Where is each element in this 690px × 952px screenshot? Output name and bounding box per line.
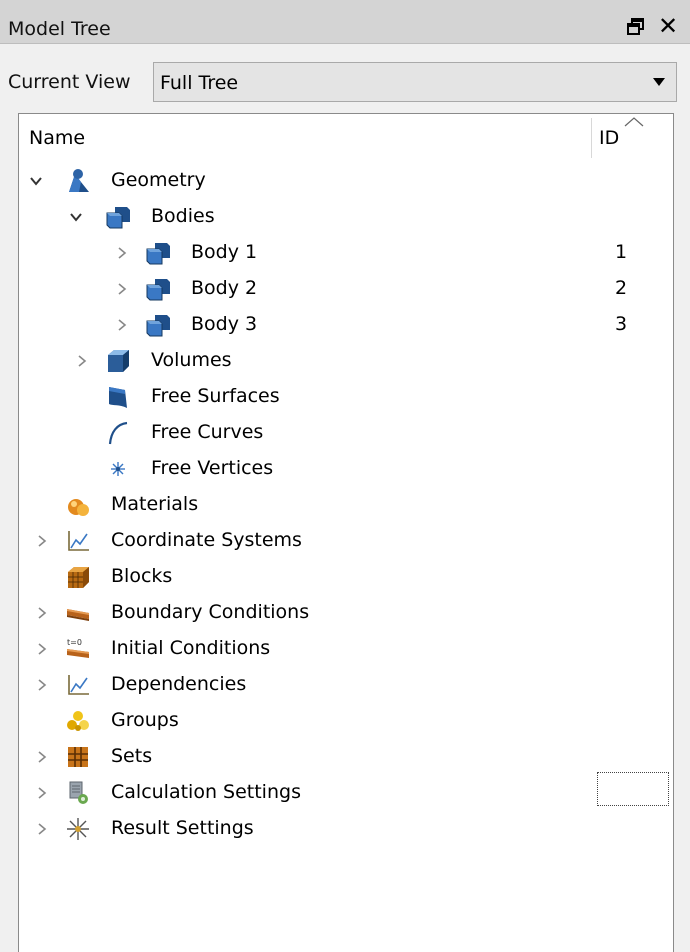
- chevron-right-icon[interactable]: [75, 354, 89, 368]
- chevron-right-icon[interactable]: [115, 282, 129, 296]
- close-button[interactable]: ✕: [656, 14, 680, 38]
- sort-ascending-icon: [624, 117, 644, 127]
- panel-title: Model Tree: [8, 18, 111, 40]
- chevron-right-icon[interactable]: [115, 318, 129, 332]
- tree-item-calculation-settings[interactable]: Calculation Settings: [19, 776, 673, 810]
- tree-item-materials[interactable]: Materials: [19, 488, 673, 522]
- tree-item-initial-conditions[interactable]: t=0 Initial Conditions: [19, 632, 673, 666]
- tree-item-free-curves[interactable]: Free Curves: [19, 416, 673, 450]
- tree-item-id: 1: [615, 241, 628, 263]
- title-bar: Model Tree ✕: [0, 0, 690, 44]
- tree-item-label: Sets: [111, 745, 153, 767]
- body-icon: [146, 243, 170, 265]
- tree-item-label: Blocks: [111, 565, 173, 587]
- chevron-right-icon[interactable]: [35, 678, 49, 692]
- tree-item-sets[interactable]: Sets: [19, 740, 673, 774]
- tree-item-coordinate-systems[interactable]: Coordinate Systems: [19, 524, 673, 558]
- sets-icon: [68, 747, 88, 767]
- focus-indicator: [597, 772, 669, 806]
- tree-item-label: Body 1: [191, 241, 258, 263]
- tree-item-boundary-conditions[interactable]: Boundary Conditions: [19, 596, 673, 630]
- column-header-id[interactable]: ID: [599, 127, 619, 149]
- tree-item-groups[interactable]: Groups: [19, 704, 673, 738]
- tree-column-header: Name ID: [19, 114, 673, 158]
- tree-item-body-2[interactable]: Body 2 2: [19, 272, 673, 306]
- calculation-settings-icon: [69, 781, 88, 804]
- tree-item-label: Materials: [111, 493, 199, 515]
- tree-item-body-1[interactable]: Body 1 1: [19, 236, 673, 270]
- chevron-down-icon[interactable]: [29, 174, 43, 188]
- tree-item-label: Free Vertices: [151, 457, 274, 479]
- chevron-right-icon[interactable]: [115, 246, 129, 260]
- tree-item-volumes[interactable]: Volumes: [19, 344, 673, 378]
- tree-item-label: Free Surfaces: [151, 385, 280, 407]
- blocks-icon: [68, 567, 89, 588]
- surface-icon: [109, 387, 127, 408]
- restore-window-icon: [627, 18, 644, 35]
- column-divider[interactable]: [591, 118, 592, 158]
- tree-item-label: Body 2: [191, 277, 258, 299]
- close-icon: ✕: [657, 12, 679, 40]
- tree-item-geometry[interactable]: Geometry: [19, 164, 673, 198]
- boundary-conditions-icon: [67, 609, 89, 621]
- geometry-icon: [69, 169, 89, 192]
- tree-item-dependencies[interactable]: Dependencies: [19, 668, 673, 702]
- tree-item-label: Calculation Settings: [111, 781, 301, 803]
- tree-item-label: Groups: [111, 709, 179, 731]
- tree-item-id: 3: [615, 313, 628, 335]
- tree-item-body-3[interactable]: Body 3 3: [19, 308, 673, 342]
- curve-icon: [108, 421, 128, 445]
- chevron-right-icon[interactable]: [35, 786, 49, 800]
- tree-item-label: Free Curves: [151, 421, 264, 443]
- tree-item-label: Bodies: [151, 205, 215, 227]
- materials-icon: [68, 499, 89, 516]
- body-icon: [146, 315, 170, 337]
- chevron-right-icon[interactable]: [35, 534, 49, 548]
- tree-item-blocks[interactable]: Blocks: [19, 560, 673, 594]
- bodies-icon: [106, 207, 130, 229]
- chevron-right-icon[interactable]: [35, 822, 49, 836]
- chevron-down-icon[interactable]: [69, 210, 83, 224]
- current-view-value: Full Tree: [160, 72, 239, 94]
- tree-item-label: Boundary Conditions: [111, 601, 310, 623]
- tree-item-result-settings[interactable]: Result Settings: [19, 812, 673, 846]
- tree-item-label: Volumes: [151, 349, 232, 371]
- tree-item-free-surfaces[interactable]: Free Surfaces: [19, 380, 673, 414]
- vertex-icon: [111, 462, 125, 476]
- chevron-right-icon[interactable]: [35, 750, 49, 764]
- coordinate-systems-icon: [68, 531, 89, 551]
- float-window-button[interactable]: [626, 17, 646, 37]
- chevron-right-icon[interactable]: [35, 606, 49, 620]
- tree-item-free-vertices[interactable]: Free Vertices: [19, 452, 673, 486]
- tree-item-id: 2: [615, 277, 628, 299]
- chevron-down-icon: [653, 78, 665, 86]
- current-view-dropdown[interactable]: Full Tree: [153, 62, 677, 102]
- current-view-label: Current View: [8, 71, 131, 93]
- model-tree[interactable]: Name ID Geometry Bodies Body 1 1 Body 2 …: [18, 113, 674, 952]
- dependencies-icon: [68, 675, 89, 695]
- volume-cube-icon: [108, 350, 129, 372]
- tree-item-label: Result Settings: [111, 817, 254, 839]
- tree-item-label: Dependencies: [111, 673, 247, 695]
- body-icon: [146, 279, 170, 301]
- result-settings-icon: [67, 818, 89, 840]
- tree-item-label: Initial Conditions: [111, 637, 271, 659]
- tree-item-label: Body 3: [191, 313, 258, 335]
- groups-icon: [67, 711, 89, 731]
- tree-item-label: Geometry: [111, 169, 206, 191]
- initial-conditions-icon-text: t=0: [67, 638, 82, 647]
- initial-conditions-icon: t=0: [67, 638, 89, 658]
- tree-item-bodies[interactable]: Bodies: [19, 200, 673, 234]
- chevron-right-icon[interactable]: [35, 642, 49, 656]
- column-header-name[interactable]: Name: [29, 127, 85, 149]
- tree-item-label: Coordinate Systems: [111, 529, 302, 551]
